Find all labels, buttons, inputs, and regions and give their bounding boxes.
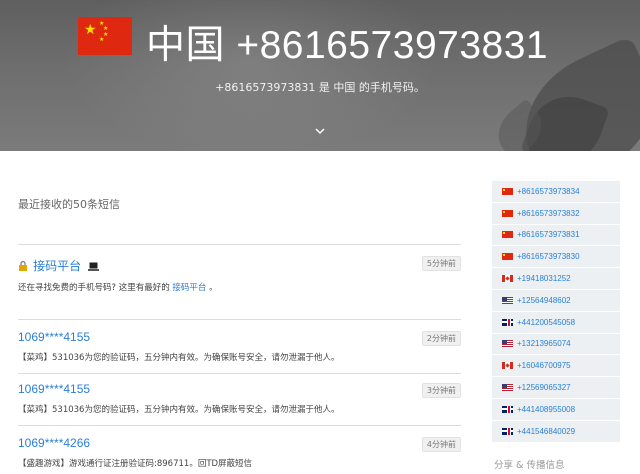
divider (18, 319, 461, 320)
canada-flag-icon (502, 362, 513, 370)
sidebar-number-item[interactable]: +441200545058 (492, 312, 620, 334)
message-sender[interactable]: 接码平台 (33, 259, 81, 273)
sidebar-number-link[interactable]: +12569065327 (517, 383, 571, 392)
message-body: 还在寻找免费的手机号码? 这里有最好的 接码平台 。 (18, 283, 218, 293)
message-sender[interactable]: 1069****4155 (18, 330, 461, 344)
china-flag-icon (502, 253, 513, 261)
sidebar-number-item[interactable]: +8616573973834 (492, 181, 620, 203)
page-subtitle: +8616573973831 是 中国 的手机号码。 (215, 81, 425, 94)
sidebar-number-link[interactable]: +16046700975 (517, 361, 571, 370)
divider (18, 244, 461, 245)
time-badge: 2分钟前 (421, 331, 461, 346)
message-body: 【菜鸡】531036为您的验证码，五分钟内有效。为确保账号安全，请勿泄漏于他人。 (18, 353, 340, 363)
sidebar-number-link[interactable]: +441546840029 (517, 427, 575, 436)
sidebar-number-item[interactable]: +8616573973830 (492, 246, 620, 269)
sidebar-number-link[interactable]: +19418031252 (517, 274, 571, 283)
laptop-icon (88, 262, 100, 271)
sidebar-number-link[interactable]: +8616573973832 (517, 209, 580, 218)
message-sender[interactable]: 1069****4155 (18, 382, 461, 396)
usa-flag-icon (502, 384, 513, 392)
uk-flag-icon (502, 318, 513, 326)
sidebar-number-link[interactable]: +8616573973831 (517, 230, 580, 239)
platform-link[interactable]: 接码平台 (172, 283, 206, 293)
sidebar-number-link[interactable]: +441408955008 (517, 405, 575, 414)
china-flag-icon (502, 209, 513, 217)
usa-flag-icon (502, 296, 513, 304)
message-body: 【盛趣游戏】游戏通行证注册验证码:896711。回TD屏蔽短信 (18, 459, 253, 469)
sidebar-number-item[interactable]: +16046700975 (492, 355, 620, 378)
china-flag-icon (502, 231, 513, 239)
sidebar-number-link[interactable]: +13213965074 (517, 339, 571, 348)
sidebar-number-item[interactable]: +441546840029 (492, 421, 620, 443)
message-sender[interactable]: 1069****4266 (18, 436, 461, 450)
list-item: 接码平台 5分钟前 还在寻找免费的手机号码? 这里有最好的 接码平台 。 (18, 255, 461, 293)
sidebar-number-item[interactable]: +8616573973832 (492, 203, 620, 225)
sidebar-number-link[interactable]: +12564948602 (517, 296, 571, 305)
list-item: 1069****4155 3分钟前 【菜鸡】531036为您的验证码，五分钟内有… (18, 382, 461, 415)
sidebar-number-link[interactable]: +441200545058 (517, 318, 575, 327)
uk-flag-icon (502, 405, 513, 413)
time-badge: 5分钟前 (421, 256, 461, 271)
lock-icon (19, 261, 27, 271)
china-flag-icon: ★ ★ ★ ★ ★ (78, 17, 132, 55)
china-flag-icon (502, 187, 513, 195)
uk-flag-icon (502, 427, 513, 435)
share-heading: 分享 & 传播信息 (494, 460, 565, 471)
sidebar-number-item[interactable]: +12569065327 (492, 377, 620, 399)
message-body: 【菜鸡】531036为您的验证码，五分钟内有效。为确保账号安全，请勿泄漏于他人。 (18, 405, 340, 415)
sidebar-number-item[interactable]: +12564948602 (492, 290, 620, 312)
section-title: 最近接收的50条短信 (18, 198, 120, 211)
time-badge: 4分钟前 (421, 437, 461, 452)
number-sidebar: +8616573973834 +8616573973832 +86165739738… (492, 181, 620, 443)
sidebar-number-item[interactable]: +441408955008 (492, 399, 620, 421)
sidebar-number-link[interactable]: +8616573973830 (517, 252, 580, 261)
list-item: 1069****4155 2分钟前 【菜鸡】531036为您的验证码，五分钟内有… (18, 330, 461, 363)
time-badge: 3分钟前 (421, 383, 461, 398)
canada-flag-icon (502, 275, 513, 283)
usa-flag-icon (502, 340, 513, 348)
divider (18, 425, 461, 426)
divider (18, 373, 461, 374)
sidebar-number-item[interactable]: +8616573973831 (492, 225, 620, 247)
page-title: 中国 +8616573973831 (146, 24, 549, 67)
list-item: 1069****4266 4分钟前 【盛趣游戏】游戏通行证注册验证码:89671… (18, 436, 461, 469)
sidebar-number-link[interactable]: +8616573973834 (517, 187, 580, 196)
hero-banner: ★ ★ ★ ★ ★ 中国 +8616573973831 +86165739738… (0, 0, 640, 151)
chevron-down-icon[interactable] (312, 126, 328, 138)
sidebar-number-item[interactable]: +19418031252 (492, 268, 620, 290)
sidebar-number-item[interactable]: +13213965074 (492, 334, 620, 356)
